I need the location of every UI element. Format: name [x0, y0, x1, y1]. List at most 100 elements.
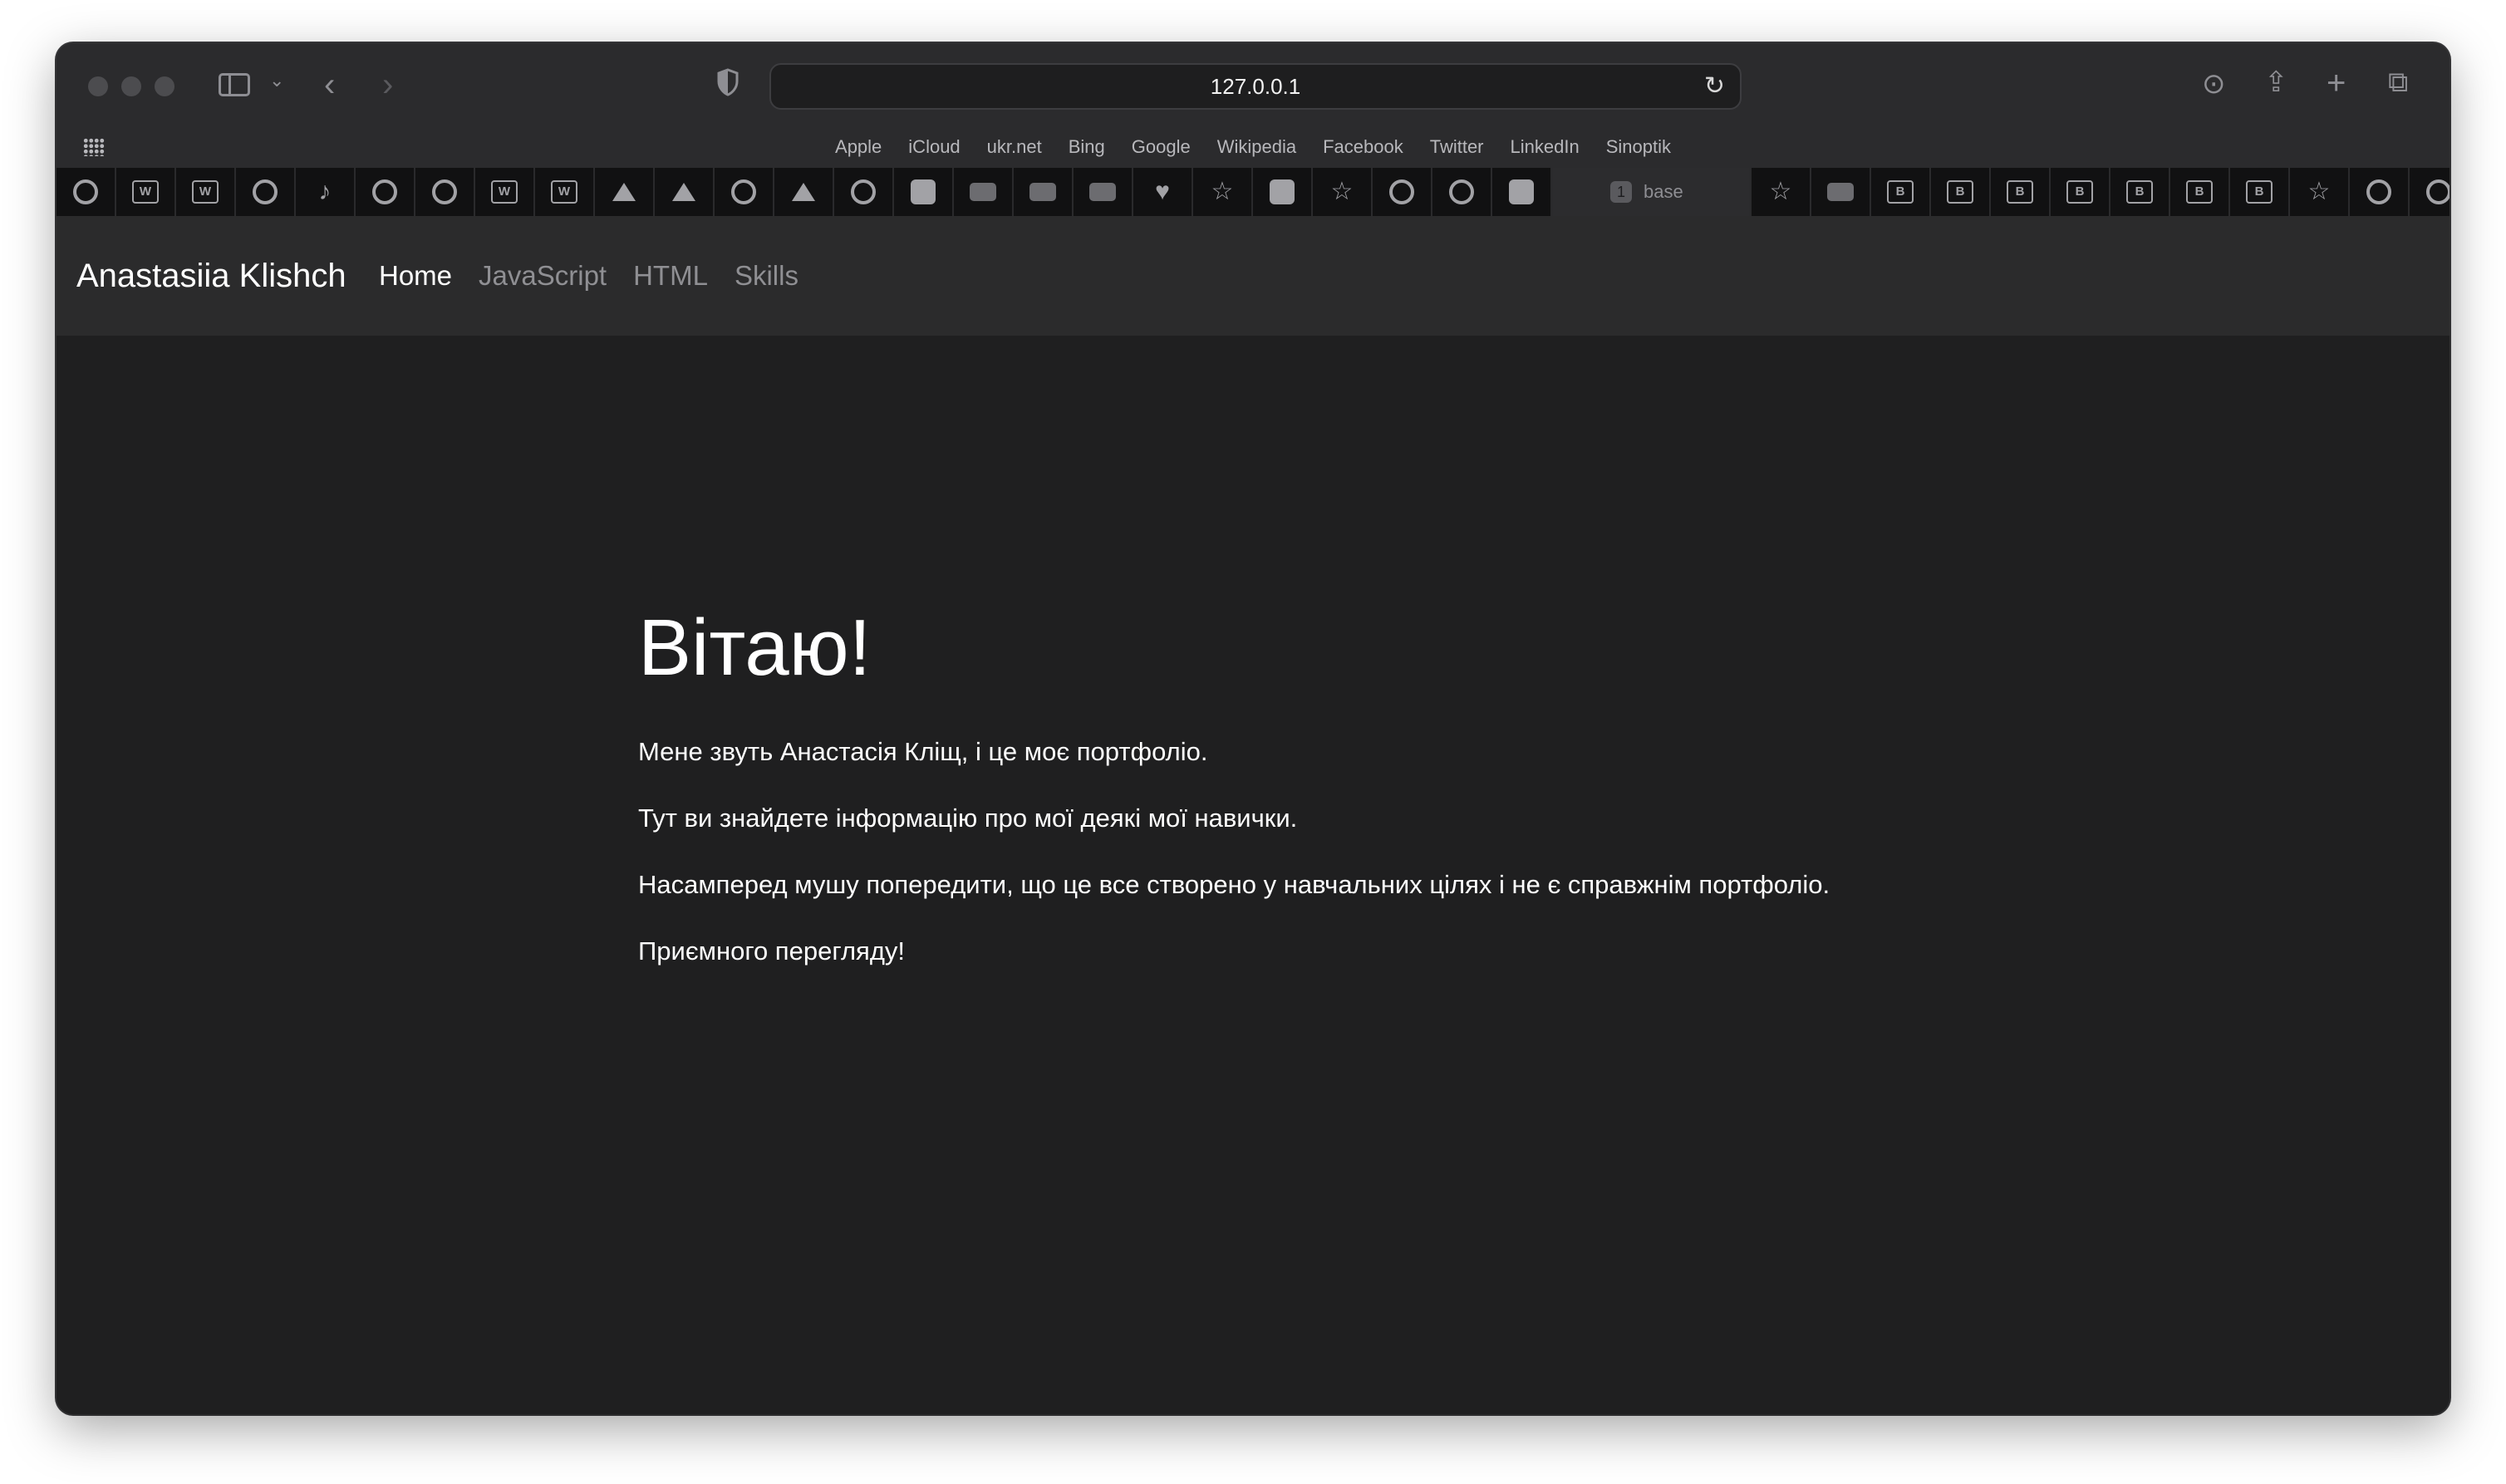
bootstrap-icon: B — [1887, 180, 1914, 204]
browser-tab[interactable] — [1492, 168, 1552, 216]
forward-icon[interactable]: › — [382, 68, 393, 101]
favorite-link[interactable]: Facebook — [1323, 126, 1403, 168]
favorite-link[interactable]: Google — [1132, 126, 1191, 168]
w-document-icon: W — [551, 180, 577, 204]
browser-tab[interactable] — [415, 168, 475, 216]
url-text: 127.0.0.1 — [1210, 74, 1301, 99]
grammarly-icon — [731, 179, 756, 204]
app-icon — [911, 179, 936, 204]
browser-tab[interactable]: B — [1931, 168, 1991, 216]
browser-tab[interactable] — [894, 168, 954, 216]
browser-tab[interactable]: B — [2051, 168, 2110, 216]
browser-tab[interactable]: ☆ — [1193, 168, 1253, 216]
contact-card-icon — [1089, 183, 1116, 201]
w-document-icon: W — [491, 180, 518, 204]
browser-tab[interactable] — [774, 168, 834, 216]
favorite-link[interactable]: iCloud — [908, 126, 960, 168]
browser-tab[interactable] — [356, 168, 415, 216]
zoom-window-button[interactable] — [155, 76, 174, 96]
nav-link-html[interactable]: HTML — [633, 216, 708, 336]
close-window-button[interactable] — [88, 76, 108, 96]
bootstrap-icon: B — [2246, 180, 2273, 204]
favorite-link[interactable]: Wikipedia — [1217, 126, 1296, 168]
browser-tab[interactable] — [1074, 168, 1133, 216]
video-call-icon — [1827, 183, 1854, 201]
tab-overview-icon[interactable]: ⧉ — [2388, 68, 2408, 96]
browser-tab[interactable]: B — [1871, 168, 1931, 216]
browser-tab[interactable] — [57, 168, 116, 216]
star-icon: ☆ — [1211, 178, 1234, 205]
window-controls — [88, 76, 174, 96]
intro-paragraph: Мене звуть Анастасія Кліщ, і це моє порт… — [638, 736, 1208, 766]
browser-tab[interactable] — [834, 168, 894, 216]
browser-tab[interactable]: ☆ — [1752, 168, 1811, 216]
minimize-window-button[interactable] — [121, 76, 141, 96]
browser-tab[interactable] — [2410, 168, 2449, 216]
grammarly-icon — [73, 179, 98, 204]
browser-tab[interactable]: ♪ — [296, 168, 356, 216]
bootstrap-icon: B — [2186, 180, 2213, 204]
reload-icon[interactable]: ↻ — [1704, 65, 1725, 108]
github-icon — [1509, 179, 1534, 204]
grammarly-icon — [851, 179, 876, 204]
w-document-icon: W — [192, 180, 219, 204]
browser-tab[interactable]: W — [475, 168, 535, 216]
privacy-shield-icon[interactable] — [717, 68, 739, 96]
favorite-link[interactable]: Sinoptik — [1606, 126, 1671, 168]
browser-tab[interactable] — [1253, 168, 1313, 216]
site-brand[interactable]: Anastasiia Klishch — [76, 216, 346, 336]
closing-paragraph: Приємного перегляду! — [638, 936, 906, 966]
browser-tab[interactable] — [954, 168, 1014, 216]
favorite-link[interactable]: ukr.net — [987, 126, 1042, 168]
browser-tab[interactable] — [1014, 168, 1074, 216]
browser-tab[interactable]: B — [2230, 168, 2290, 216]
browser-tab[interactable] — [1373, 168, 1432, 216]
browser-tab[interactable] — [1432, 168, 1492, 216]
browser-tab[interactable]: ☆ — [1313, 168, 1373, 216]
back-icon[interactable]: ‹ — [324, 68, 335, 101]
browser-tab[interactable]: B — [2110, 168, 2170, 216]
page-title: Вітаю! — [638, 603, 872, 692]
grammarly-icon — [253, 179, 278, 204]
notion-icon — [1270, 179, 1295, 204]
browser-tab-active[interactable]: 1 base — [1552, 168, 1752, 216]
grammarly-icon — [2366, 179, 2391, 204]
nav-link-home[interactable]: Home — [379, 216, 452, 336]
browser-tab[interactable]: W — [176, 168, 236, 216]
favorite-link[interactable]: LinkedIn — [1511, 126, 1580, 168]
grammarly-icon — [1389, 179, 1414, 204]
browser-tab[interactable]: ♥ — [1133, 168, 1193, 216]
browser-tab[interactable]: B — [1991, 168, 2051, 216]
browser-tab[interactable] — [236, 168, 296, 216]
browser-tab[interactable]: W — [116, 168, 176, 216]
browser-tab[interactable] — [715, 168, 774, 216]
browser-tab[interactable]: W — [535, 168, 595, 216]
nav-link-javascript[interactable]: JavaScript — [479, 216, 607, 336]
favorites-links: Apple iCloud ukr.net Bing Google Wikipedia Fac… — [57, 126, 2449, 168]
browser-tab[interactable]: ☆ — [2290, 168, 2350, 216]
new-tab-icon[interactable]: + — [2327, 66, 2346, 100]
favorite-link[interactable]: Twitter — [1430, 126, 1484, 168]
chevron-down-icon[interactable]: ⌄ — [269, 71, 284, 90]
favorite-link[interactable]: Bing — [1069, 126, 1105, 168]
bootstrap-icon: B — [2126, 180, 2153, 204]
bootstrap-icon: B — [2007, 180, 2033, 204]
site-nav: Home JavaScript HTML Skills — [379, 216, 798, 336]
nav-link-skills[interactable]: Skills — [735, 216, 798, 336]
grammarly-icon — [432, 179, 457, 204]
browser-tab[interactable] — [2350, 168, 2410, 216]
share-icon[interactable]: ⇪ — [2264, 68, 2288, 96]
sidebar-toggle-icon[interactable] — [219, 73, 250, 96]
drive-icon — [612, 183, 636, 201]
web-page: Anastasiia Klishch Home JavaScript HTML Ski… — [57, 216, 2449, 1414]
browser-tab[interactable] — [1811, 168, 1871, 216]
address-bar[interactable]: 127.0.0.1 ↻ — [769, 63, 1742, 110]
downloads-icon[interactable]: ⊙ — [2202, 70, 2226, 98]
browser-tab[interactable] — [655, 168, 715, 216]
browser-window: ⌄ ‹ › 127.0.0.1 ↻ ⊙ ⇪ + ⧉ Apple iCloud ukr… — [57, 43, 2449, 1414]
contact-card-icon — [1029, 183, 1056, 201]
favorites-bar: Apple iCloud ukr.net Bing Google Wikipedia Fac… — [57, 126, 2449, 168]
browser-tab[interactable] — [595, 168, 655, 216]
favorite-link[interactable]: Apple — [835, 126, 882, 168]
browser-tab[interactable]: B — [2170, 168, 2230, 216]
